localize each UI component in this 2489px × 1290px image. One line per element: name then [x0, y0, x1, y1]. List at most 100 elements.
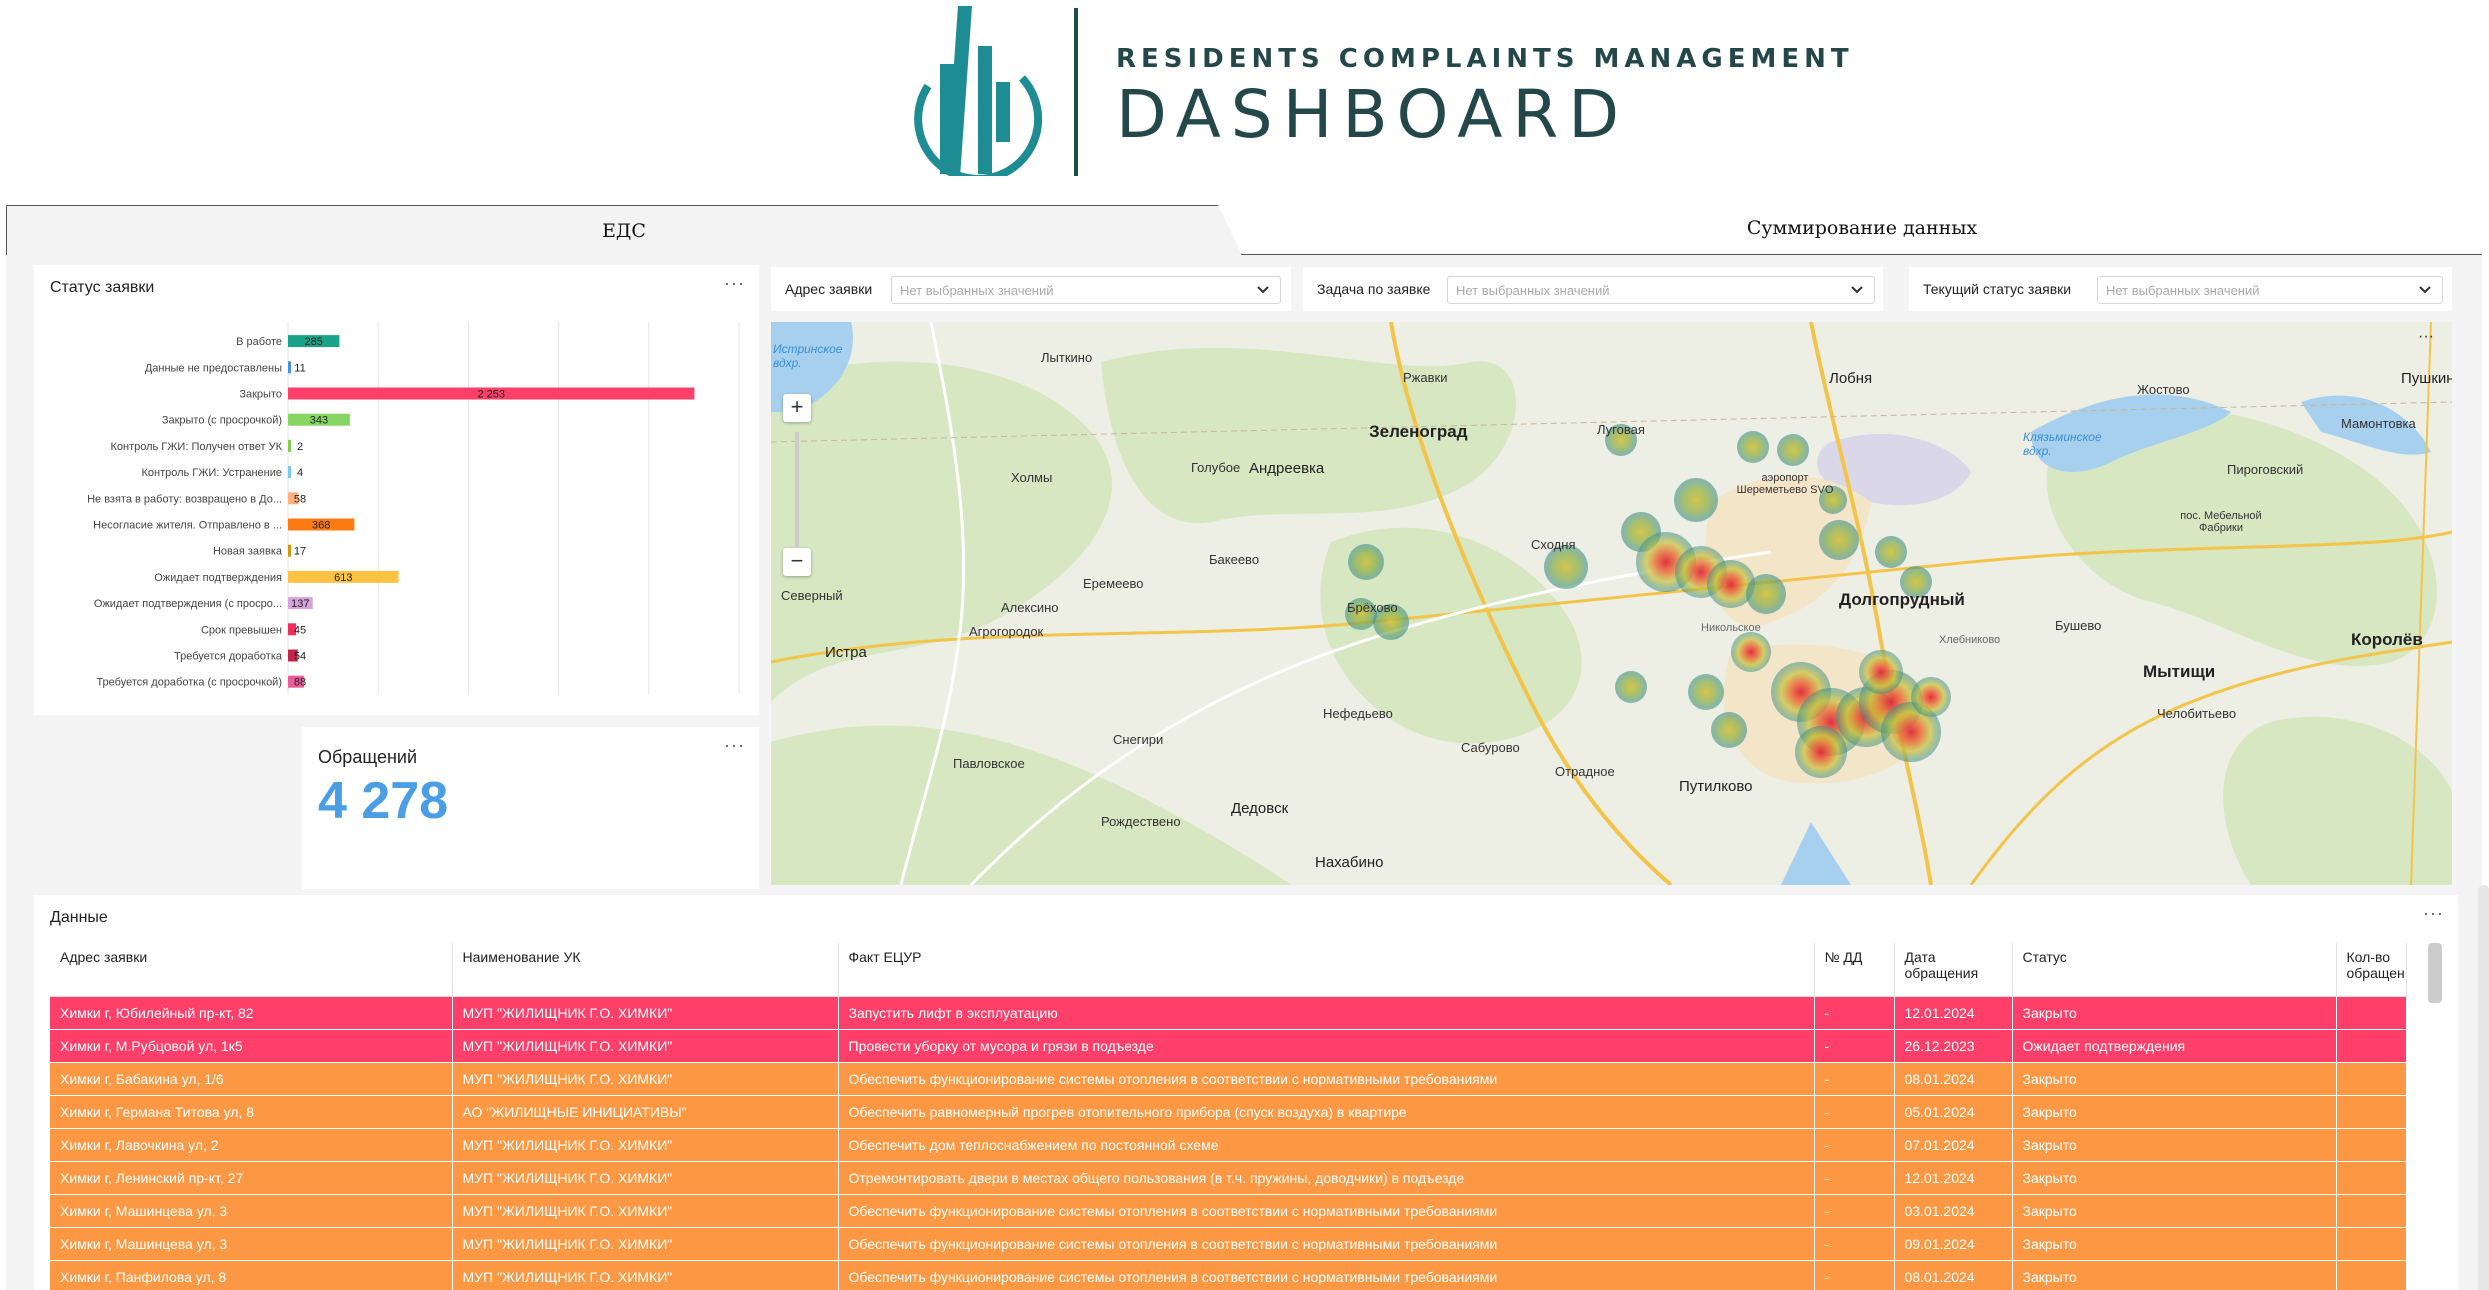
- table-cell: [2336, 1161, 2407, 1195]
- tab-eds[interactable]: ЕДС: [6, 205, 1242, 255]
- column-header[interactable]: Дата обращения: [1894, 943, 2013, 997]
- table-cell: Закрыто: [2012, 1260, 2337, 1290]
- heat-map[interactable]: Пушкино Лобня Зеленоград Андреевка Долго…: [771, 322, 2452, 885]
- data-label: 285: [305, 336, 323, 348]
- tab-label: Суммирование данных: [1746, 217, 1978, 239]
- map-place: Путилково: [1679, 778, 1753, 795]
- table-row[interactable]: Химки г, Лавочкина ул, 2 МУП "ЖИЛИЩНИК Г.…: [50, 1128, 2407, 1162]
- table-header-row: Адрес заявки Наименование УК Факт ЕЦУР №…: [50, 943, 2407, 997]
- kpi-menu-button[interactable]: ···: [724, 735, 745, 756]
- column-header[interactable]: Наименование УК: [452, 943, 839, 997]
- table-cell: 07.01.2024: [1894, 1128, 2013, 1162]
- table-row[interactable]: Химки г, Юбилейный пр-кт, 82 МУП "ЖИЛИЩНИ…: [50, 996, 2407, 1030]
- map-place: Северный: [781, 588, 843, 603]
- data-label: 613: [334, 572, 352, 584]
- table-cell: Закрыто: [2012, 1194, 2337, 1228]
- map-place: Мытищи: [2143, 662, 2216, 681]
- tab-summary[interactable]: Суммирование данных: [1242, 205, 2482, 255]
- map-place: Алексино: [1001, 600, 1059, 615]
- data-label: 2: [297, 441, 303, 453]
- table-cell: 26.12.2023: [1894, 1029, 2013, 1063]
- table-row[interactable]: Химки г, Машинцева ул, 3 МУП "ЖИЛИЩНИК Г.…: [50, 1194, 2407, 1228]
- map-place: Брёхово: [1347, 600, 1398, 615]
- bar[interactable]: [288, 361, 291, 374]
- table-row[interactable]: Химки г, Панфилова ул, 8 МУП "ЖИЛИЩНИК Г.…: [50, 1260, 2407, 1290]
- bar[interactable]: [288, 439, 291, 452]
- data-label: 343: [310, 415, 328, 427]
- map-place: Никольское: [1701, 622, 1761, 634]
- data-label: 88: [294, 677, 306, 689]
- bar[interactable]: [288, 544, 292, 557]
- data-table: Адрес заявки Наименование УК Факт ЕЦУР №…: [50, 943, 2407, 1290]
- map-place: Агрогородок: [969, 624, 1044, 639]
- data-table-scroll[interactable]: Адрес заявки Наименование УК Факт ЕЦУР №…: [50, 943, 2442, 1290]
- category-label: Требуется доработка: [174, 651, 283, 663]
- table-cell: МУП "ЖИЛИЩНИК Г.О. ХИМКИ": [452, 1161, 839, 1195]
- table-row[interactable]: Химки г, М.Рубцовой ул, 1к5 МУП "ЖИЛИЩНИК…: [50, 1029, 2407, 1063]
- column-header[interactable]: Кол-во обращен: [2336, 943, 2407, 997]
- map-place: Жостово: [2137, 382, 2190, 397]
- logo-icon: [914, 6, 1043, 176]
- zoom-slider[interactable]: [795, 432, 799, 547]
- map-place: Еремеево: [1083, 576, 1144, 591]
- zoom-in-button[interactable]: +: [783, 394, 811, 422]
- category-label: Требуется доработка (с просрочкой): [96, 677, 282, 689]
- filter-address-select[interactable]: Нет выбранных значений: [891, 276, 1281, 304]
- data-label: 45: [294, 624, 306, 636]
- map-place: Голубое: [1191, 460, 1241, 475]
- filter-task: Задача по заявке Нет выбранных значений: [1303, 267, 1883, 311]
- page-scrollbar[interactable]: [2478, 885, 2489, 1290]
- table-row[interactable]: Химки г, Машинцева ул, 3 МУП "ЖИЛИЩНИК Г.…: [50, 1227, 2407, 1261]
- category-label: Контроль ГЖИ: Получен ответ УК: [110, 441, 282, 453]
- table-cell: МУП "ЖИЛИЩНИК Г.О. ХИМКИ": [452, 1062, 839, 1096]
- table-cell: Химки г, М.Рубцовой ул, 1к5: [50, 1029, 453, 1063]
- column-header[interactable]: Адрес заявки: [50, 943, 453, 997]
- table-cell: Закрыто: [2012, 1227, 2337, 1261]
- category-label: Контроль ГЖИ: Устранение: [141, 467, 282, 479]
- table-cell: Обеспечить равномерный прогрев отопитель…: [838, 1095, 1815, 1129]
- table-cell: Химки г, Панфилова ул, 8: [50, 1260, 453, 1290]
- logo-title: DASHBOARD: [1116, 76, 1630, 153]
- header: RESIDENTS COMPLAINTS MANAGEMENT DASHBOAR…: [0, 0, 2489, 200]
- chevron-down-icon: [1851, 286, 1863, 294]
- data-label: 137: [291, 598, 309, 610]
- map-place: Пушкино: [2401, 370, 2452, 387]
- status-chart-panel: Статус заявки ··· В работе 285 Данные не п…: [34, 265, 759, 715]
- column-header[interactable]: Статус: [2012, 943, 2337, 997]
- filter-address: Адрес заявки Нет выбранных значений: [771, 267, 1291, 311]
- bar[interactable]: [288, 466, 291, 479]
- table-cell: МУП "ЖИЛИЩНИК Г.О. ХИМКИ": [452, 1194, 839, 1228]
- table-cell: [2336, 1062, 2407, 1096]
- table-cell: [2336, 1029, 2407, 1063]
- map-place: Бакеево: [1209, 552, 1260, 567]
- map-place: Андреевка: [1249, 460, 1325, 477]
- map-place: Челобитьево: [2157, 706, 2237, 721]
- map-place: Нефедьево: [1323, 706, 1393, 721]
- table-row[interactable]: Химки г, Бабакина ул, 1/6 МУП "ЖИЛИЩНИК Г…: [50, 1062, 2407, 1096]
- table-cell: -: [1814, 1161, 1895, 1195]
- table-row[interactable]: Химки г, Ленинский пр-кт, 27 МУП "ЖИЛИЩНИ…: [50, 1161, 2407, 1195]
- kpi-value: 4 278: [318, 772, 449, 830]
- map-place: Сабурово: [1461, 740, 1520, 755]
- map-place: аэропорт Шереметьево SVO: [1736, 472, 1834, 496]
- table-row[interactable]: Химки г, Германа Титова ул, 8 АО "ЖИЛИЩНЫ…: [50, 1095, 2407, 1129]
- dashboard-body: Статус заявки ··· В работе 285 Данные не п…: [6, 255, 2489, 1290]
- column-header[interactable]: Факт ЕЦУР: [838, 943, 1815, 997]
- map-place: Нахабино: [1315, 854, 1384, 871]
- table-cell: Ожидает подтверждения: [2012, 1029, 2337, 1063]
- filter-address-label: Адрес заявки: [785, 281, 873, 297]
- zoom-out-button[interactable]: −: [783, 548, 811, 576]
- data-table-menu-button[interactable]: ···: [2423, 903, 2444, 924]
- category-label: Срок превышен: [201, 624, 282, 636]
- filter-task-select[interactable]: Нет выбранных значений: [1447, 276, 1875, 304]
- filter-placeholder: Нет выбранных значений: [2106, 283, 2260, 298]
- map-water: Истринское вдхр.: [773, 342, 843, 370]
- filter-status-select[interactable]: Нет выбранных значений: [2097, 276, 2443, 304]
- map-place: Отрадное: [1555, 764, 1615, 779]
- table-cell: Закрыто: [2012, 1062, 2337, 1096]
- table-cell: МУП "ЖИЛИЩНИК Г.О. ХИМКИ": [452, 996, 839, 1030]
- table-scrollbar[interactable]: [2428, 943, 2442, 1003]
- map-menu-button[interactable]: ···: [2418, 328, 2434, 346]
- table-cell: 08.01.2024: [1894, 1260, 2013, 1290]
- column-header[interactable]: № ДД: [1814, 943, 1895, 997]
